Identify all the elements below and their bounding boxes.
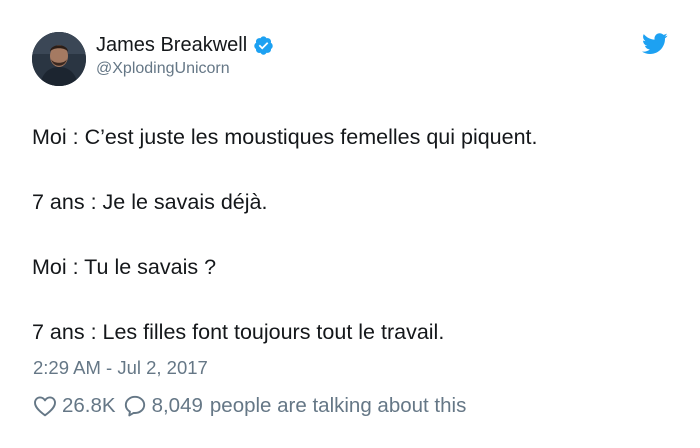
avatar-image bbox=[32, 32, 86, 86]
twitter-bird-icon[interactable] bbox=[642, 33, 668, 55]
tweet-actions: 26.8K 8,049 people are talking about thi… bbox=[33, 391, 466, 421]
tweet-text-line: 7 ans : Les filles font toujours tout le… bbox=[32, 320, 445, 344]
author-name[interactable]: James Breakwell bbox=[96, 33, 247, 57]
author-name-row[interactable]: James Breakwell bbox=[96, 33, 274, 57]
talking-about-label[interactable]: people are talking about this bbox=[210, 394, 466, 418]
author-handle[interactable]: @XplodingUnicorn bbox=[96, 59, 230, 79]
speech-bubble-icon[interactable] bbox=[123, 394, 147, 418]
reply-count[interactable]: 8,049 bbox=[152, 394, 203, 418]
tweet-timestamp[interactable]: 2:29 AM - Jul 2, 2017 bbox=[33, 356, 208, 380]
tweet-card: James Breakwell @XplodingUnicorn Moi : C… bbox=[0, 0, 700, 448]
heart-icon[interactable] bbox=[33, 395, 57, 417]
tweet-text-line: 7 ans : Je le savais déjà. bbox=[32, 190, 268, 214]
verified-badge-icon bbox=[254, 35, 273, 55]
avatar[interactable] bbox=[32, 32, 86, 86]
like-count[interactable]: 26.8K bbox=[62, 394, 116, 418]
tweet-text-line: Moi : C’est juste les moustiques femelle… bbox=[32, 125, 538, 149]
tweet-text-line: Moi : Tu le savais ? bbox=[32, 255, 217, 279]
